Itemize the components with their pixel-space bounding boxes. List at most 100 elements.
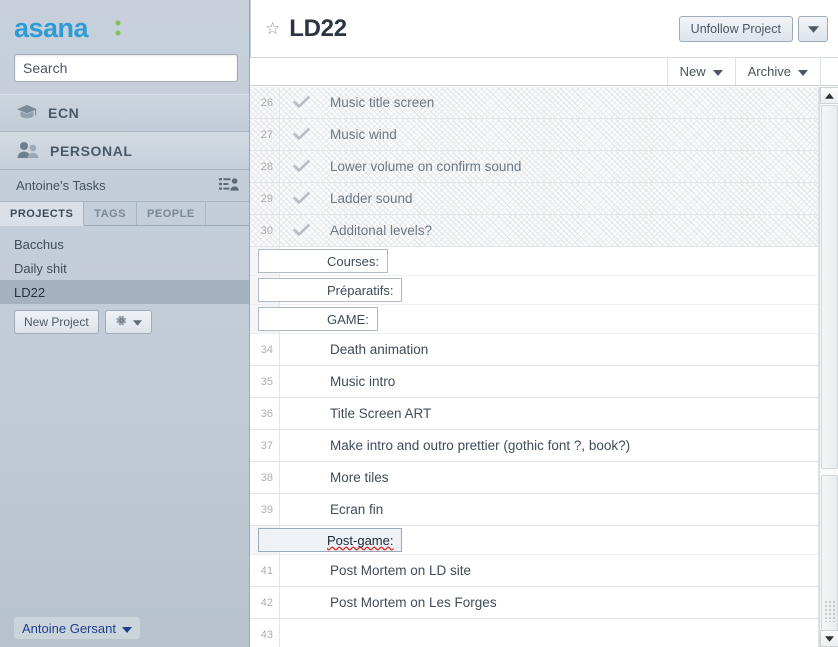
task-row[interactable]: 29 Ladder sound	[250, 183, 838, 215]
task-row-number: 39	[250, 494, 280, 525]
task-row-number: 38	[250, 462, 280, 493]
section-name-field[interactable]: GAME:	[258, 307, 378, 331]
task-name[interactable]: Post Mortem on LD site	[280, 563, 471, 578]
sidebar: asana ECN PERSONAL Antoin	[0, 0, 250, 647]
task-row[interactable]: 26 Music title screen	[250, 87, 838, 119]
chevron-down-icon	[712, 64, 723, 79]
task-row-number: 26	[250, 87, 280, 118]
task-row[interactable]: 35 Music intro	[250, 366, 838, 398]
new-menu-button[interactable]: New	[666, 58, 735, 85]
search-input[interactable]	[14, 54, 238, 82]
task-row[interactable]: 39 Ecran fin	[250, 494, 838, 526]
task-section-row[interactable]: GAME:	[250, 305, 838, 334]
sidebar-workspace-label: ECN	[48, 105, 80, 121]
task-row-number: 37	[250, 430, 280, 461]
task-name[interactable]: Death animation	[280, 342, 428, 357]
scroll-up-button[interactable]	[820, 87, 838, 104]
task-row[interactable]: 42 Post Mortem on Les Forges	[250, 587, 838, 619]
section-label: Post-game:	[327, 532, 394, 548]
section-name-field[interactable]: Courses:	[258, 249, 389, 273]
search-container	[0, 50, 249, 94]
unfollow-label: Unfollow Project	[690, 21, 781, 36]
task-row[interactable]: 28 Lower volume on confirm sound	[250, 151, 838, 183]
task-complete-check-icon[interactable]	[280, 128, 322, 141]
tab-label: PEOPLE	[147, 207, 195, 220]
sidebar-project-ld22[interactable]: LD22	[0, 280, 249, 304]
task-row-number: 29	[250, 183, 280, 214]
task-name[interactable]: Music wind	[322, 127, 397, 142]
star-outline-icon[interactable]: ☆	[265, 19, 280, 39]
project-header-actions: Unfollow Project	[678, 15, 828, 42]
task-row-number: 36	[250, 398, 280, 429]
task-name[interactable]: Lower volume on confirm sound	[322, 159, 521, 174]
tab-people[interactable]: PEOPLE	[137, 202, 206, 225]
scroll-down-button[interactable]	[820, 630, 838, 647]
task-row[interactable]: 36 Title Screen ART	[250, 398, 838, 430]
task-complete-check-icon[interactable]	[280, 192, 322, 205]
task-complete-check-icon[interactable]	[280, 160, 322, 173]
task-row-number: 41	[250, 555, 280, 586]
asana-logo[interactable]: asana	[0, 0, 249, 50]
graduation-cap-icon	[16, 104, 38, 123]
new-project-label: New Project	[24, 315, 89, 329]
task-section-row[interactable]: Post-game:	[250, 526, 838, 555]
list-person-icon[interactable]	[219, 177, 239, 194]
task-name[interactable]: Post Mortem on Les Forges	[280, 595, 497, 610]
section-label: Courses:	[327, 253, 380, 269]
chevron-down-icon	[798, 64, 808, 79]
task-name[interactable]: Music title screen	[322, 95, 434, 110]
task-name[interactable]: Ladder sound	[322, 191, 413, 206]
tab-label: TAGS	[94, 207, 127, 220]
task-name[interactable]: Music intro	[280, 374, 395, 389]
task-name[interactable]: More tiles	[280, 470, 389, 485]
sidebar-workspace-personal[interactable]: PERSONAL	[0, 132, 249, 170]
task-name[interactable]: Ecran fin	[280, 502, 383, 517]
archive-menu-button[interactable]: Archive	[734, 58, 820, 85]
section-name-input[interactable]: Post-game:	[258, 528, 403, 552]
list-toolbar: New Archive	[250, 58, 838, 86]
my-tasks-label: Antoine's Tasks	[16, 178, 106, 193]
sidebar-project-list: Bacchus Daily shit LD22	[0, 226, 249, 304]
task-complete-check-icon[interactable]	[280, 224, 322, 237]
task-name[interactable]: Title Screen ART	[280, 406, 431, 421]
sidebar-project-bacchus[interactable]: Bacchus	[0, 232, 249, 256]
task-name[interactable]: Additonal levels?	[322, 223, 432, 238]
resize-grip-icon[interactable]	[824, 600, 836, 622]
task-row[interactable]: 34 Death animation	[250, 334, 838, 366]
sidebar-my-tasks[interactable]: Antoine's Tasks	[0, 170, 249, 202]
unfollow-project-button[interactable]: Unfollow Project	[678, 15, 793, 42]
task-row-number: 35	[250, 366, 280, 397]
task-row[interactable]: 37 Make intro and outro prettier (gothic …	[250, 430, 838, 462]
tab-label: PROJECTS	[10, 207, 74, 220]
project-label: LD22	[14, 284, 46, 300]
tab-tags[interactable]: TAGS	[84, 202, 138, 225]
page-title: LD22	[289, 14, 347, 42]
project-label: Bacchus	[14, 236, 64, 252]
task-complete-check-icon[interactable]	[280, 96, 322, 109]
new-project-button[interactable]: New Project	[14, 310, 99, 334]
vertical-scrollbar[interactable]	[819, 87, 838, 647]
scrollbar-thumb-upper[interactable]	[821, 105, 838, 469]
user-menu-button[interactable]: Antoine Gersant	[14, 617, 140, 639]
task-row-number: 34	[250, 334, 280, 365]
section-name-field[interactable]: Préparatifs:	[258, 278, 403, 302]
section-label: GAME:	[327, 311, 369, 327]
project-label: Daily shit	[14, 260, 67, 276]
task-row[interactable]: 30 Additonal levels?	[250, 215, 838, 247]
task-name[interactable]: Make intro and outro prettier (gothic fo…	[280, 438, 630, 453]
sidebar-project-daily-shit[interactable]: Daily shit	[0, 256, 249, 280]
project-settings-button[interactable]	[104, 310, 152, 334]
tab-projects[interactable]: PROJECTS	[0, 202, 85, 226]
task-row[interactable]: 43	[250, 619, 838, 647]
task-row[interactable]: 27 Music wind	[250, 119, 838, 151]
people-icon	[16, 141, 40, 161]
task-row-number: 30	[250, 215, 280, 246]
task-section-row[interactable]: Préparatifs:	[250, 276, 838, 305]
task-row[interactable]: 38 More tiles	[250, 462, 838, 494]
sidebar-workspace-ecn[interactable]: ECN	[0, 94, 249, 132]
project-more-menu-button[interactable]	[798, 15, 828, 42]
task-row[interactable]: 41 Post Mortem on LD site	[250, 555, 838, 587]
new-menu-label: New	[679, 64, 706, 79]
user-name: Antoine Gersant	[22, 620, 116, 636]
task-section-row[interactable]: Courses:	[250, 247, 838, 276]
